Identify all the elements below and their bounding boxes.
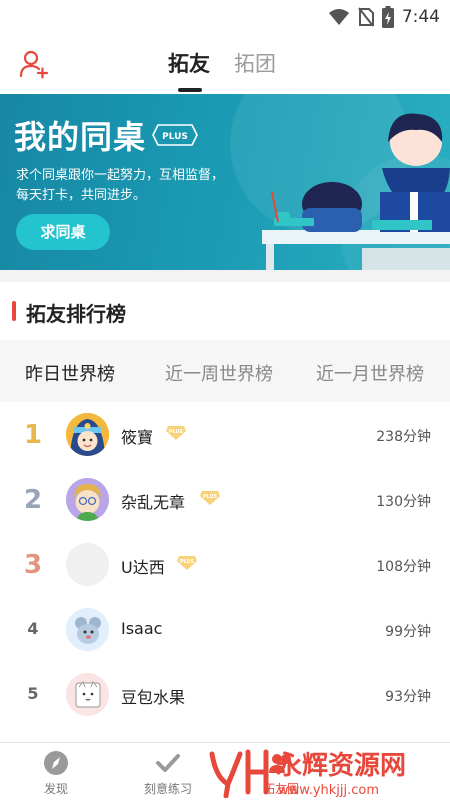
nav-discover[interactable]: 发现 xyxy=(16,749,96,797)
status-bar: 7:44 xyxy=(0,0,450,32)
no-sim-icon xyxy=(358,7,374,27)
avatar[interactable] xyxy=(66,478,109,521)
tab-week-world[interactable]: 近一周世界榜 xyxy=(165,360,273,386)
study-minutes: 108分钟 xyxy=(376,559,431,575)
watermark: 永辉资源网 www.yhkjjj.com xyxy=(209,749,406,798)
find-deskmate-button[interactable]: 求同桌 xyxy=(16,214,110,250)
ranking-row[interactable]: 1 筱寶 PLUS 238分钟 xyxy=(0,402,450,467)
avatar[interactable] xyxy=(66,543,109,586)
ranking-row[interactable]: 2 杂乱无章 PLUS 130分钟 xyxy=(0,467,450,532)
plus-member-icon: PLUS xyxy=(200,491,220,505)
user-name: U达西 xyxy=(121,558,165,577)
study-minutes: 93分钟 xyxy=(385,689,431,705)
user-name: 豆包水果 xyxy=(121,688,186,707)
banner-title: 我的同桌 xyxy=(14,118,147,156)
avatar[interactable] xyxy=(66,608,109,651)
svg-text:PLUS: PLUS xyxy=(169,429,184,435)
wifi-icon xyxy=(328,9,349,25)
nav-practice[interactable]: 刻意练习 xyxy=(128,749,208,797)
check-icon xyxy=(156,754,180,772)
rank-number: 5 xyxy=(27,684,39,703)
plus-badge: PLUS xyxy=(152,124,198,146)
avatar[interactable] xyxy=(66,413,109,456)
section-title-marker xyxy=(12,301,16,321)
watermark-url: www.yhkjjj.com xyxy=(278,783,379,798)
rank-number: 3 xyxy=(23,550,43,580)
compass-icon xyxy=(44,751,68,775)
svg-text:PLUS: PLUS xyxy=(203,494,218,500)
study-minutes: 99分钟 xyxy=(385,624,431,640)
study-minutes: 238分钟 xyxy=(376,429,431,445)
tab-groups[interactable]: 拓团 xyxy=(234,48,276,78)
plus-member-icon: PLUS xyxy=(177,556,197,570)
plus-badge-text: PLUS xyxy=(162,132,188,142)
watermark-text: 永辉资源网 xyxy=(276,751,406,781)
section-gap xyxy=(0,270,450,282)
students-illustration xyxy=(262,113,450,270)
nav-label: 刻意练习 xyxy=(143,782,192,796)
nav-label: 发现 xyxy=(43,782,68,796)
user-name: 筱寶 xyxy=(121,428,154,447)
status-icons: 7:44 xyxy=(328,6,440,28)
user-name: Isaac xyxy=(121,619,163,638)
rank-number: 2 xyxy=(23,485,43,515)
ranking-tabs: 昨日世界榜 近一周世界榜 近一月世界榜 xyxy=(0,340,450,402)
avatar[interactable] xyxy=(66,673,109,716)
rank-number: 4 xyxy=(27,619,39,638)
ranking-row[interactable]: 4 Isaac 99分钟 xyxy=(0,597,450,662)
tab-yesterday-world[interactable]: 昨日世界榜 xyxy=(25,360,115,386)
deskmate-banner[interactable]: 我的同桌 PLUS 求个同桌跟你一起努力，互相监督，每天打卡，共同进步。 求同桌 xyxy=(0,94,450,270)
user-name: 杂乱无章 xyxy=(121,493,186,512)
header: 拓友 拓团 xyxy=(0,32,450,94)
add-friend-icon[interactable] xyxy=(18,48,50,80)
rank-number: 1 xyxy=(23,420,43,450)
battery-charging-icon xyxy=(381,6,394,28)
tab-month-world[interactable]: 近一月世界榜 xyxy=(316,360,424,386)
svg-text:PLUS: PLUS xyxy=(180,559,195,565)
tab-friends[interactable]: 拓友 xyxy=(168,48,210,78)
banner-description: 求个同桌跟你一起努力，互相监督，每天打卡，共同进步。 xyxy=(16,168,225,203)
status-time: 7:44 xyxy=(401,7,440,27)
study-minutes: 130分钟 xyxy=(376,494,431,510)
tab-indicator xyxy=(178,88,202,92)
plus-member-icon: PLUS xyxy=(166,426,186,440)
ranking-title: 拓友排行榜 xyxy=(26,302,126,326)
ranking-row[interactable]: 5 豆包水果 93分钟 xyxy=(0,662,450,727)
ranking-row[interactable]: 3 U达西 PLUS 108分钟 xyxy=(0,532,450,597)
